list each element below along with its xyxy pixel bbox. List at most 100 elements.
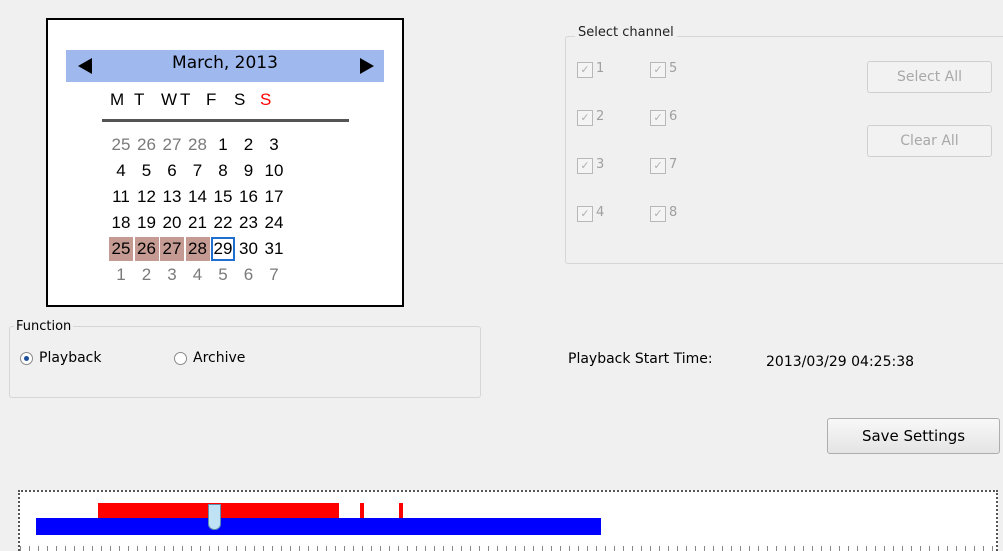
- checkbox-check-icon[interactable]: ✓: [577, 206, 593, 222]
- weekday-label: M: [110, 90, 125, 109]
- calendar-week-row: 4 5 6 7 8 9 10: [109, 159, 339, 185]
- channel-checkbox-label: 3: [596, 157, 605, 172]
- timeline-slider-handle[interactable]: [208, 504, 221, 530]
- calendar-day[interactable]: 19: [135, 211, 159, 235]
- calendar-day[interactable]: 6: [160, 159, 184, 183]
- weekday-label: T: [180, 90, 191, 109]
- checkbox-check-icon[interactable]: ✓: [577, 110, 593, 126]
- calendar-day[interactable]: 5: [135, 159, 159, 183]
- calendar-day[interactable]: 21: [186, 211, 210, 235]
- playback-radio-circle[interactable]: [20, 352, 33, 365]
- calendar-day[interactable]: 28: [186, 133, 210, 157]
- function-legend: Function: [14, 319, 74, 334]
- timeline[interactable]: [18, 490, 998, 551]
- calendar-week-row: 18 19 20 21 22 23 24: [109, 211, 339, 237]
- calendar-divider: [102, 119, 349, 122]
- timeline-range-bar: [36, 518, 601, 535]
- calendar-day[interactable]: 2: [237, 133, 261, 157]
- playback-radio-label: Playback: [39, 350, 102, 366]
- calendar-day[interactable]: 7: [186, 159, 210, 183]
- calendar-day[interactable]: 25: [109, 237, 133, 261]
- function-group: Function Playback Archive: [9, 319, 481, 398]
- calendar-day[interactable]: 26: [135, 133, 159, 157]
- checkbox-check-icon[interactable]: ✓: [650, 62, 666, 78]
- channel-checkbox[interactable]: ✓ 8: [650, 205, 700, 225]
- calendar-day[interactable]: 1: [211, 133, 235, 157]
- calendar-day[interactable]: 16: [237, 185, 261, 209]
- calendar-day[interactable]: 4: [109, 159, 133, 183]
- calendar-day[interactable]: 30: [237, 237, 261, 261]
- calendar-day-selected[interactable]: 29: [211, 237, 235, 261]
- calendar-day[interactable]: 11: [109, 185, 133, 209]
- channel-checkbox[interactable]: ✓ 7: [650, 157, 700, 177]
- checkbox-check-icon[interactable]: ✓: [650, 158, 666, 174]
- calendar-day[interactable]: 22: [211, 211, 235, 235]
- calendar-week-row: 1234567: [109, 263, 339, 289]
- calendar-day[interactable]: 20: [160, 211, 184, 235]
- channel-checkbox[interactable]: ✓ 6: [650, 109, 700, 129]
- channel-checkbox[interactable]: ✓ 5: [650, 61, 700, 81]
- clear-all-button[interactable]: Clear All: [867, 125, 992, 157]
- weekday-label: S: [234, 90, 246, 109]
- channel-checkbox-label: 2: [596, 109, 605, 124]
- calendar-day[interactable]: 2: [135, 263, 159, 287]
- calendar-day[interactable]: 23: [237, 211, 261, 235]
- calendar-day[interactable]: 31: [262, 237, 286, 261]
- channel-checkbox-label: 4: [596, 205, 605, 220]
- weekday-label: F: [206, 90, 217, 109]
- calendar-day[interactable]: 24: [262, 211, 286, 235]
- calendar-month-title: March, 2013: [172, 53, 278, 73]
- calendar: March, 2013 MTWTFSS 25 26 27 28 1 2 3 4 5 6 7 8 9 10 1…: [46, 18, 404, 307]
- calendar-header: March, 2013: [66, 50, 384, 82]
- archive-radio-circle[interactable]: [174, 352, 187, 365]
- calendar-day[interactable]: 15: [211, 185, 235, 209]
- calendar-day[interactable]: 25: [109, 133, 133, 157]
- calendar-day[interactable]: 6: [237, 263, 261, 287]
- select-channel-legend: Select channel: [575, 25, 677, 40]
- calendar-day[interactable]: 3: [160, 263, 184, 287]
- calendar-day[interactable]: 4: [186, 263, 210, 287]
- playback-start-time-label: Playback Start Time:: [568, 351, 713, 367]
- weekday-label: W: [161, 90, 178, 109]
- save-settings-button[interactable]: Save Settings: [827, 418, 1000, 454]
- calendar-day[interactable]: 17: [262, 185, 286, 209]
- calendar-day[interactable]: 1: [109, 263, 133, 287]
- calendar-day[interactable]: 26: [134, 237, 159, 261]
- channel-checkbox-label: 8: [669, 205, 678, 220]
- channel-checkbox-label: 1: [596, 61, 605, 76]
- select-all-button[interactable]: Select All: [867, 61, 992, 93]
- select-channel-group: Select channel ✓ 1 ✓ 2 ✓ 3 ✓ 4 ✓ 5 ✓ 6 ✓ 7 ✓ 8 Select A…: [565, 25, 1003, 264]
- calendar-day[interactable]: 13: [160, 185, 184, 209]
- calendar-week-row: 25 26 27 28 29 30 31: [109, 237, 339, 263]
- calendar-day[interactable]: 27: [160, 133, 184, 157]
- checkbox-check-icon[interactable]: ✓: [650, 206, 666, 222]
- calendar-day[interactable]: 3: [262, 133, 286, 157]
- calendar-day[interactable]: 8: [211, 159, 235, 183]
- calendar-day[interactable]: 28: [185, 237, 210, 261]
- calendar-day[interactable]: 18: [109, 211, 133, 235]
- checkbox-check-icon[interactable]: ✓: [577, 62, 593, 78]
- timeline-ticks: [20, 546, 996, 551]
- channel-checkbox[interactable]: ✓ 2: [577, 109, 627, 129]
- channel-checkbox[interactable]: ✓ 3: [577, 157, 627, 177]
- calendar-day[interactable]: 9: [237, 159, 261, 183]
- channel-checkbox[interactable]: ✓ 4: [577, 205, 627, 225]
- calendar-day[interactable]: 5: [211, 263, 235, 287]
- archive-radio-label: Archive: [193, 350, 246, 366]
- calendar-day[interactable]: 14: [186, 185, 210, 209]
- day-grid: 25 26 27 28 1 2 3 4 5 6 7 8 9 10 11 12 13 14 15 16 17 18 19 20 2…: [109, 133, 339, 289]
- calendar-day[interactable]: 12: [135, 185, 159, 209]
- weekday-label: S: [260, 90, 272, 109]
- channel-checkbox[interactable]: ✓ 1: [577, 61, 627, 81]
- next-month-icon[interactable]: [360, 58, 374, 74]
- calendar-day[interactable]: 10: [262, 159, 286, 183]
- weekday-label: T: [134, 90, 145, 109]
- calendar-day[interactable]: 27: [160, 237, 184, 261]
- checkbox-check-icon[interactable]: ✓: [650, 110, 666, 126]
- calendar-week-row: 11 12 13 14 15 16 17: [109, 185, 339, 211]
- calendar-day[interactable]: 7: [262, 263, 286, 287]
- calendar-week-row: 25 26 27 28 1 2 3: [109, 133, 339, 159]
- channel-checkbox-label: 5: [669, 61, 678, 76]
- weekday-header: MTWTFSS: [110, 90, 340, 112]
- checkbox-check-icon[interactable]: ✓: [577, 158, 593, 174]
